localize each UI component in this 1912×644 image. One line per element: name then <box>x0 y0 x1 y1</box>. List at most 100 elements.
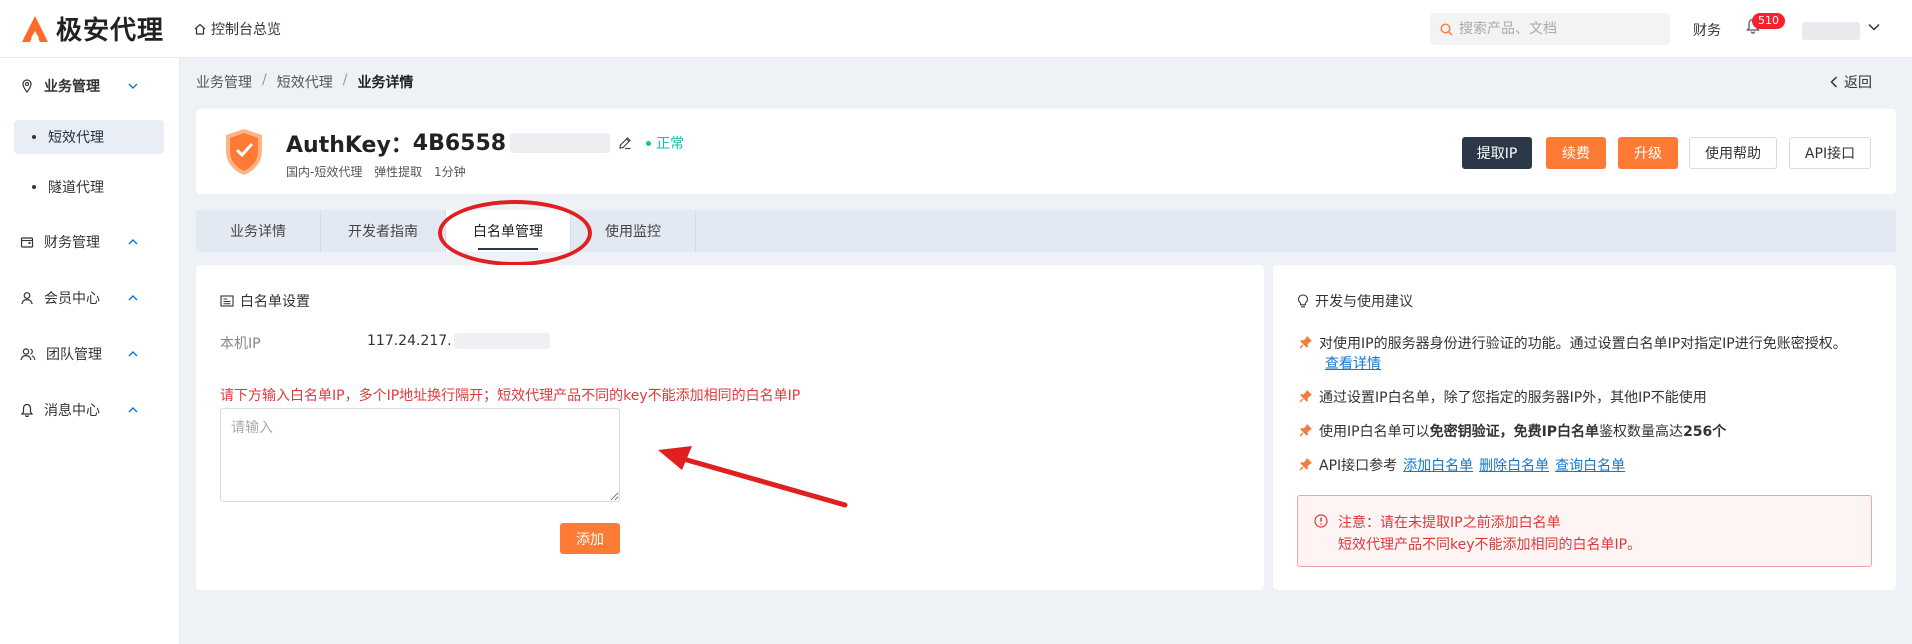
sidebar-item-tunnel-proxy[interactable]: 隧道代理 <box>14 170 164 204</box>
tip-item: 对使用IP的服务器身份进行验证的功能。通过设置白名单IP对指定IP进行免账密授权… <box>1297 333 1877 373</box>
warning-line-1: 注意：请在未提取IP之前添加白名单 <box>1338 515 1561 531</box>
chevron-down-icon[interactable] <box>1868 22 1880 32</box>
shield-icon <box>226 129 262 175</box>
top-header: 极安代理 控制台总览 财务 510 <box>0 0 1912 58</box>
breadcrumb-current: 业务详情 <box>357 75 414 91</box>
sidebar-item-label: 短效代理 <box>48 130 104 146</box>
user-avatar-name[interactable] <box>1802 22 1860 40</box>
ip-masked <box>453 333 550 349</box>
whitelist-ip-input[interactable] <box>220 408 620 502</box>
renew-button[interactable]: 续费 <box>1546 137 1606 169</box>
sidebar-item-short-proxy[interactable]: 短效代理 <box>14 120 164 154</box>
status-label: 正常 <box>656 136 685 152</box>
whitelist-hint: 请下方输入白名单IP，多个IP地址换行隔开；短效代理产品不同的key不能添加相同… <box>220 388 801 404</box>
tip-item: 通过设置IP白名单，除了您指定的服务器IP外，其他IP不能使用 <box>1297 387 1877 407</box>
chevron-up-icon <box>128 239 138 245</box>
api-button[interactable]: API接口 <box>1789 137 1871 169</box>
sidebar-group-messages[interactable]: 消息中心 <box>0 390 180 430</box>
sidebar-group-member[interactable]: 会员中心 <box>0 278 180 318</box>
search-box[interactable] <box>1430 13 1670 45</box>
tip-bold: 256个 <box>1683 424 1727 440</box>
sidebar-group-label: 财务管理 <box>44 235 100 251</box>
authkey-value: 4B6558 <box>412 130 507 156</box>
chevron-up-icon <box>128 295 138 301</box>
whitelist-card: 白名单设置 本机IP 117.24.217. 请下方输入白名单IP，多个IP地址… <box>196 265 1264 590</box>
console-overview-label: 控制台总览 <box>211 21 282 38</box>
tip-text: API接口参考 <box>1319 458 1398 474</box>
status-dot <box>646 140 652 146</box>
tab-business-details[interactable]: 业务详情 <box>196 210 321 252</box>
chevron-down-icon <box>128 83 138 89</box>
user-icon <box>21 292 33 305</box>
local-ip-label: 本机IP <box>220 336 261 352</box>
annotation-arrow <box>658 446 848 508</box>
breadcrumb-separator: / <box>262 72 267 88</box>
search-icon <box>1440 22 1453 35</box>
alert-circle-icon <box>1314 514 1328 528</box>
query-whitelist-api-link[interactable]: 查询白名单 <box>1555 458 1625 474</box>
tip-item: 使用IP白名单可以免密钥验证，免费IP白名单鉴权数量高达256个 <box>1297 421 1877 441</box>
warning-box: 注意：请在未提取IP之前添加白名单 短效代理产品不同key不能添加相同的白名单I… <box>1297 495 1872 567</box>
tip-bold: 免密钥验证，免费IP白名单 <box>1429 424 1600 440</box>
edit-icon[interactable] <box>618 136 632 150</box>
local-ip-value: 117.24.217. <box>367 333 550 349</box>
breadcrumb-item[interactable]: 业务管理 <box>196 72 252 92</box>
product-card: AuthKey： 4B6558 正常 国内-短效代理 弹性提取 1分钟 提取IP… <box>196 109 1896 194</box>
bullet-dot <box>32 185 36 189</box>
team-icon <box>20 348 36 361</box>
whitelist-title: 白名单设置 <box>220 291 310 311</box>
product-interval: 1分钟 <box>434 165 466 179</box>
delete-whitelist-api-link[interactable]: 删除白名单 <box>1479 458 1549 474</box>
home-icon <box>194 23 206 35</box>
search-input[interactable] <box>1459 21 1659 37</box>
notification-badge: 510 <box>1752 13 1785 29</box>
extract-ip-button[interactable]: 提取IP <box>1462 137 1532 169</box>
warning-line-2: 短效代理产品不同key不能添加相同的白名单IP。 <box>1338 537 1642 553</box>
sidebar-group-business[interactable]: 业务管理 <box>0 66 180 106</box>
upgrade-button[interactable]: 升级 <box>1618 137 1678 169</box>
breadcrumb-item[interactable]: 短效代理 <box>277 72 333 92</box>
form-icon <box>220 295 234 307</box>
pushpin-icon <box>1299 458 1312 471</box>
logo[interactable]: 极安代理 <box>20 10 164 47</box>
authkey-prefix: AuthKey： <box>286 133 413 158</box>
console-overview-link[interactable]: 控制台总览 <box>194 19 281 39</box>
back-label: 返回 <box>1844 75 1872 91</box>
tip-text: 通过设置IP白名单，除了您指定的服务器IP外，其他IP不能使用 <box>1319 390 1707 406</box>
product-mode: 弹性提取 <box>374 165 423 179</box>
bullet-dot <box>32 135 36 139</box>
sidebar-group-team[interactable]: 团队管理 <box>0 334 180 374</box>
add-whitelist-api-link[interactable]: 添加白名单 <box>1403 458 1473 474</box>
view-details-link[interactable]: 查看详情 <box>1325 356 1381 372</box>
tip-text: 对使用IP的服务器身份进行验证的功能。通过设置白名单IP对指定IP进行免账密授权… <box>1319 336 1847 352</box>
back-button[interactable]: 返回 <box>1830 72 1872 92</box>
product-sub-info: 国内-短效代理 弹性提取 1分钟 <box>286 163 474 180</box>
tips-card: 开发与使用建议 对使用IP的服务器身份进行验证的功能。通过设置白名单IP对指定I… <box>1273 265 1896 590</box>
finance-link[interactable]: 财务 <box>1693 20 1721 40</box>
pushpin-icon <box>1299 336 1312 349</box>
sidebar-item-label: 隧道代理 <box>48 180 104 196</box>
add-whitelist-button[interactable]: 添加 <box>560 523 620 554</box>
tab-developer-guide[interactable]: 开发者指南 <box>321 210 446 252</box>
logo-mark-icon <box>22 15 48 42</box>
tips-title: 开发与使用建议 <box>1297 291 1413 311</box>
help-button[interactable]: 使用帮助 <box>1689 137 1777 169</box>
breadcrumb: 业务管理 / 短效代理 / 业务详情 <box>196 72 413 92</box>
tip-item: API接口参考 添加白名单 删除白名单 查询白名单 <box>1297 455 1877 475</box>
chevron-up-icon <box>128 407 138 413</box>
pushpin-icon <box>1299 424 1312 437</box>
breadcrumb-separator: / <box>342 72 348 88</box>
status-badge: 正常 <box>646 133 684 153</box>
annotation-circle <box>438 200 592 266</box>
tip-text: 使用IP白名单可以 <box>1319 424 1430 440</box>
chevron-left-icon <box>1830 76 1838 88</box>
authkey-masked <box>510 133 611 153</box>
product-region: 国内-短效代理 <box>286 165 363 179</box>
sidebar-group-label: 团队管理 <box>46 347 102 363</box>
chevron-up-icon <box>128 351 138 357</box>
tip-text: 鉴权数量高达 <box>1599 424 1684 440</box>
sidebar: 业务管理 短效代理 隧道代理 财务管理 会员中心 团队管理 消息中心 <box>0 58 180 644</box>
sidebar-group-label: 会员中心 <box>44 291 100 307</box>
sidebar-group-finance[interactable]: 财务管理 <box>0 222 180 262</box>
location-pin-icon <box>22 79 32 93</box>
